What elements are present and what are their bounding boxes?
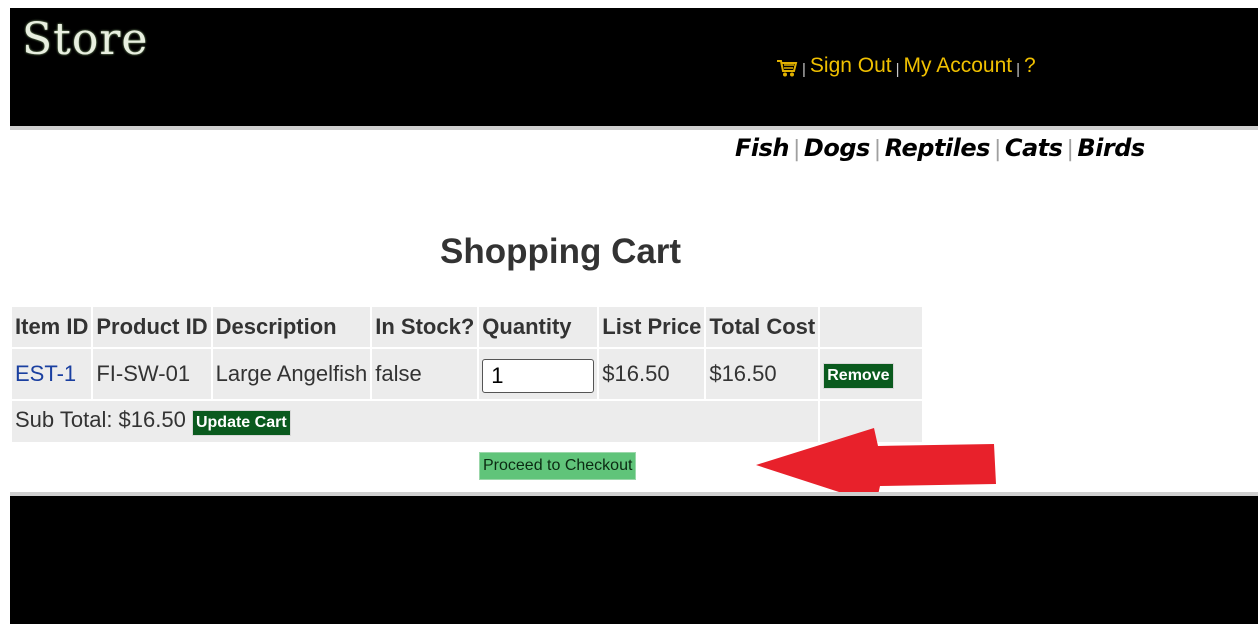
my-account-link[interactable]: My Account <box>904 54 1013 78</box>
description-cell: Large Angelfish <box>212 349 371 399</box>
header: Store | Sign Out | My Account | ? <box>10 8 1258 126</box>
table-header-row: Item ID Product ID Description In Stock?… <box>12 307 923 347</box>
item-id-cell: EST-1 <box>12 349 92 399</box>
page-title: Shopping Cart <box>440 232 682 271</box>
update-cart-button[interactable]: Update Cart <box>191 410 291 436</box>
category-reptiles-link[interactable]: Reptiles <box>885 134 991 162</box>
menu-separator: | <box>1066 137 1074 162</box>
column-header-quantity: Quantity <box>479 307 598 347</box>
column-header-list-price: List Price <box>599 307 705 347</box>
column-header-item-id: Item ID <box>12 307 92 347</box>
quantity-cell <box>479 349 598 399</box>
total-cost-cell: $16.50 <box>706 349 819 399</box>
category-dogs-link[interactable]: Dogs <box>804 134 870 162</box>
list-price-cell: $16.50 <box>599 349 705 399</box>
menu-separator: | <box>802 60 806 78</box>
footer <box>10 496 1258 624</box>
item-id-link[interactable]: EST-1 <box>15 361 76 386</box>
table-row: EST-1 FI-SW-01 Large Angelfish false $16… <box>12 349 923 399</box>
menu-separator: | <box>993 137 1001 162</box>
column-header-description: Description <box>212 307 371 347</box>
menu-separator: | <box>793 137 800 162</box>
category-birds-link[interactable]: Birds <box>1077 134 1145 162</box>
column-header-actions <box>820 307 923 347</box>
subtotal-text: Sub Total: $16.50 <box>15 407 186 432</box>
category-fish-link[interactable]: Fish <box>735 134 790 162</box>
column-header-in-stock: In Stock? <box>372 307 478 347</box>
remove-button[interactable]: Remove <box>823 362 894 389</box>
shopping-cart-icon[interactable] <box>776 58 798 78</box>
category-menu: Fish | Dogs | Reptiles | Cats | Birds <box>735 134 1145 162</box>
menu-separator: | <box>895 60 900 78</box>
sign-out-link[interactable]: Sign Out <box>810 54 892 78</box>
top-menu: | Sign Out | My Account | ? <box>776 54 1036 78</box>
proceed-to-checkout-button[interactable]: Proceed to Checkout <box>479 452 637 480</box>
menu-separator: | <box>1016 60 1020 78</box>
header-divider <box>10 126 1258 130</box>
in-stock-cell: false <box>372 349 478 399</box>
help-link[interactable]: ? <box>1024 54 1036 78</box>
quantity-input[interactable] <box>482 359 595 393</box>
menu-separator: | <box>873 137 881 162</box>
subtotal-cell: Sub Total: $16.50 Update Cart <box>12 401 819 442</box>
category-cats-link[interactable]: Cats <box>1005 134 1063 162</box>
store-logo[interactable]: Store <box>22 10 148 70</box>
product-id-cell: FI-SW-01 <box>93 349 211 399</box>
actions-cell: Remove <box>820 349 923 399</box>
column-header-total-cost: Total Cost <box>706 307 819 347</box>
column-header-product-id: Product ID <box>93 307 211 347</box>
